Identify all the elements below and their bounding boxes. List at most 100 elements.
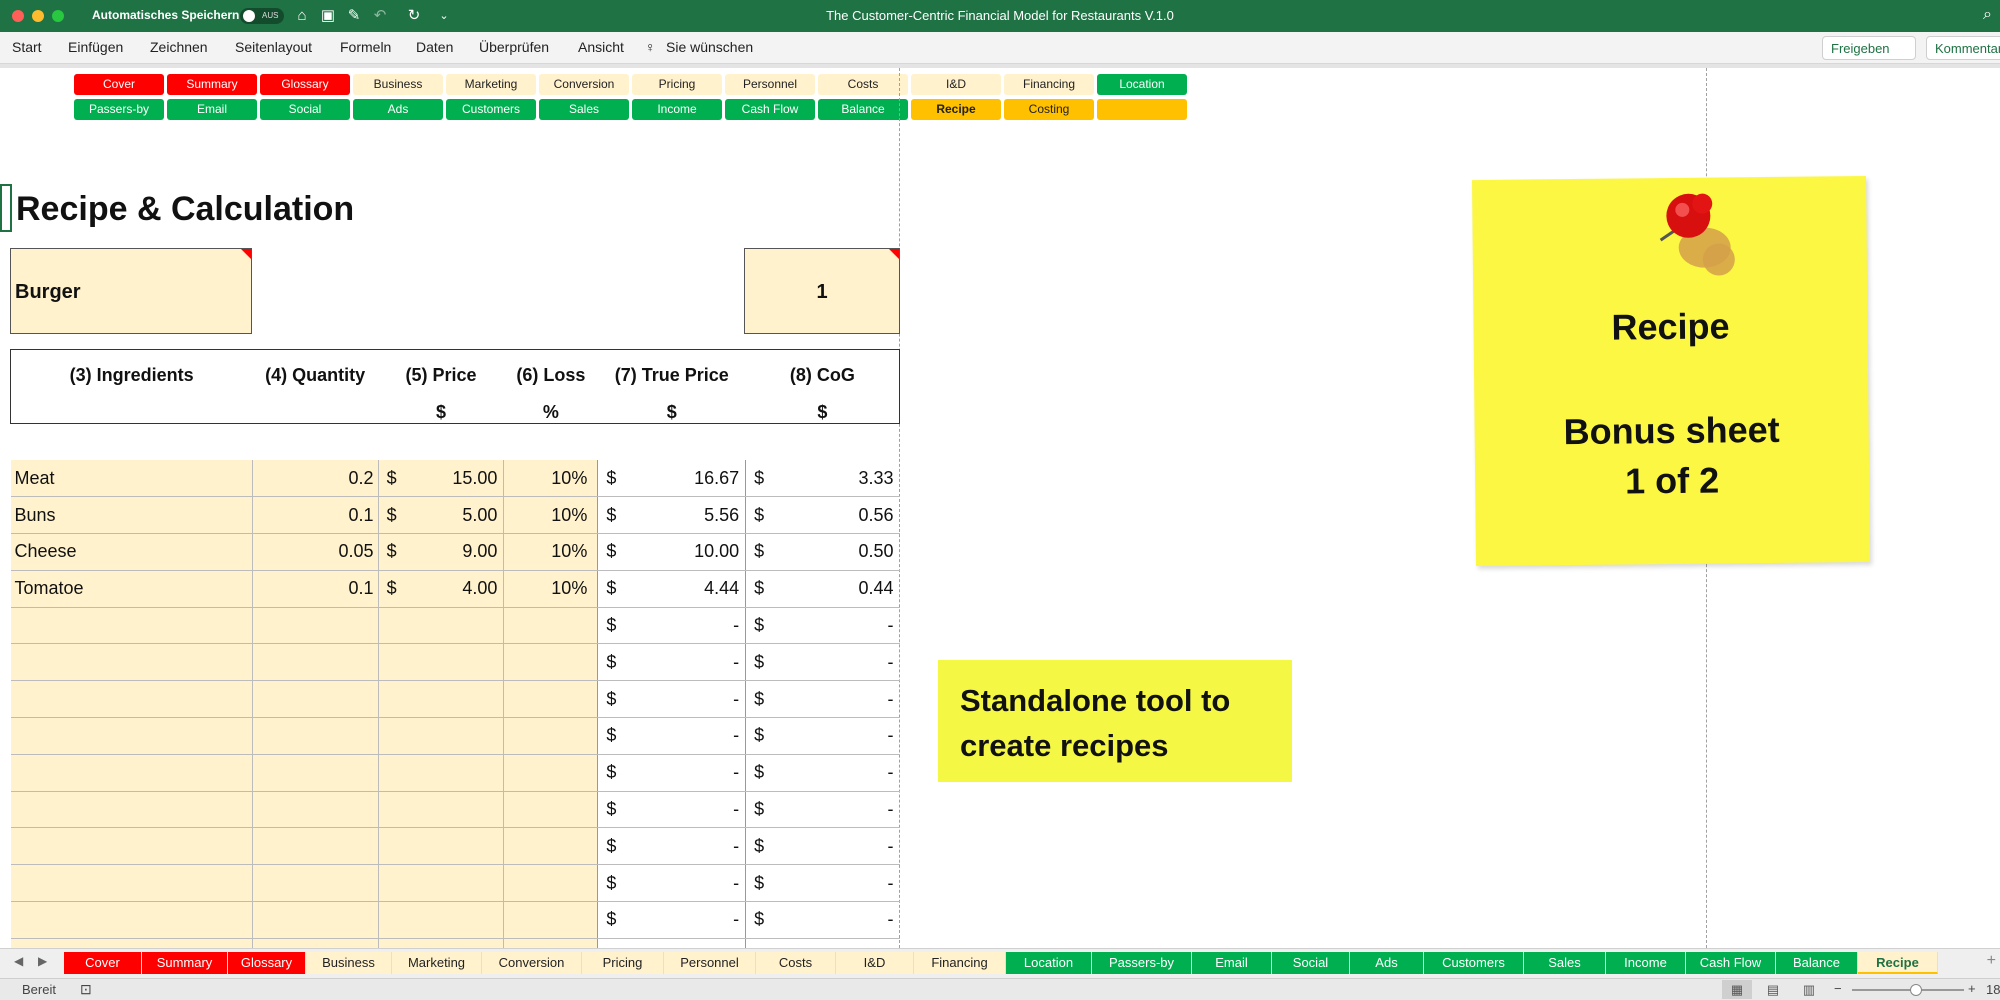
price-cell[interactable]: $15.00 xyxy=(378,459,505,498)
price-cell[interactable] xyxy=(378,827,505,866)
true-price-cell[interactable]: $- xyxy=(597,938,747,948)
ingredient-cell[interactable]: Meat xyxy=(10,459,253,498)
price-cell[interactable] xyxy=(378,938,505,948)
cog-cell[interactable]: $- xyxy=(745,864,900,902)
quantity-cell[interactable]: 0.1 xyxy=(252,496,379,534)
quantity-cell[interactable] xyxy=(252,643,379,682)
quantity-cell[interactable] xyxy=(252,827,379,866)
loss-cell[interactable]: 10% xyxy=(503,533,599,571)
ingredient-cell[interactable]: Cheese xyxy=(10,533,253,571)
nav-button-location[interactable]: Location xyxy=(1097,74,1187,95)
price-cell[interactable] xyxy=(378,717,505,755)
loss-cell[interactable] xyxy=(503,827,599,866)
ingredient-cell[interactable] xyxy=(10,607,253,645)
ingredient-cell[interactable]: Buns xyxy=(10,496,253,534)
cog-cell[interactable]: $- xyxy=(745,643,900,682)
quantity-cell[interactable] xyxy=(252,791,379,829)
loss-cell[interactable] xyxy=(503,680,599,718)
menu-start[interactable]: Start xyxy=(12,39,42,55)
quantity-cell[interactable]: 0.2 xyxy=(252,459,379,498)
worksheet-grid[interactable]: Cover Summary Glossary Business Marketing Con… xyxy=(0,68,2000,948)
nav-button-blank[interactable] xyxy=(1097,99,1187,120)
menu-daten[interactable]: Daten xyxy=(416,39,453,55)
cog-cell[interactable]: $- xyxy=(745,791,900,829)
price-cell[interactable]: $5.00 xyxy=(378,496,505,534)
zoom-slider-handle[interactable] xyxy=(1910,984,1922,996)
sheet-tab-cash-flow[interactable]: Cash Flow xyxy=(1686,952,1776,974)
true-price-cell[interactable]: $10.00 xyxy=(597,533,747,571)
price-cell[interactable] xyxy=(378,607,505,645)
sheet-tab-balance[interactable]: Balance xyxy=(1776,952,1858,974)
zoom-out-button[interactable]: − xyxy=(1834,981,1842,996)
sheet-tab-pricing[interactable]: Pricing xyxy=(582,952,664,974)
cog-cell[interactable]: $- xyxy=(745,680,900,718)
search-icon[interactable]: ⌕ xyxy=(1983,6,1992,24)
price-cell[interactable] xyxy=(378,791,505,829)
page-break-view-button[interactable]: ▥ xyxy=(1794,980,1824,999)
menu-zeichnen[interactable]: Zeichnen xyxy=(150,39,208,55)
nav-button-glossary[interactable]: Glossary xyxy=(260,74,350,95)
cog-cell[interactable]: $- xyxy=(745,827,900,866)
nav-button-cover[interactable]: Cover xyxy=(74,74,164,95)
true-price-cell[interactable]: $- xyxy=(597,643,747,682)
cog-cell[interactable]: $- xyxy=(745,938,900,948)
share-button[interactable]: Freigeben xyxy=(1822,36,1916,60)
cog-cell[interactable]: $- xyxy=(745,607,900,645)
loss-cell[interactable]: 10% xyxy=(503,496,599,534)
nav-button-personnel[interactable]: Personnel xyxy=(725,74,815,95)
loss-cell[interactable] xyxy=(503,864,599,902)
price-cell[interactable]: $9.00 xyxy=(378,533,505,571)
ingredient-cell[interactable] xyxy=(10,864,253,902)
price-cell[interactable] xyxy=(378,901,505,939)
sheet-tab-sales[interactable]: Sales xyxy=(1524,952,1606,974)
nav-button-costing[interactable]: Costing xyxy=(1004,99,1094,120)
loss-cell[interactable] xyxy=(503,754,599,792)
cog-cell[interactable]: $0.44 xyxy=(745,570,900,608)
zoom-slider[interactable] xyxy=(1852,989,1964,991)
nav-button-business[interactable]: Business xyxy=(353,74,443,95)
menu-ansicht[interactable]: Ansicht xyxy=(578,39,624,55)
sheet-tab-conversion[interactable]: Conversion xyxy=(482,952,582,974)
ingredient-cell[interactable] xyxy=(10,680,253,718)
ingredient-cell[interactable] xyxy=(10,754,253,792)
sheet-tab-cover[interactable]: Cover xyxy=(64,952,142,974)
cog-cell[interactable]: $3.33 xyxy=(745,459,900,498)
quantity-cell[interactable] xyxy=(252,864,379,902)
nav-button-email[interactable]: Email xyxy=(167,99,257,120)
sheet-tab-i-d[interactable]: I&D xyxy=(836,952,914,974)
sheet-tab-social[interactable]: Social xyxy=(1272,952,1350,974)
accessibility-icon[interactable]: ⊡ xyxy=(80,981,92,998)
nav-button-financing[interactable]: Financing xyxy=(1004,74,1094,95)
quantity-cell[interactable]: 0.1 xyxy=(252,570,379,608)
true-price-cell[interactable]: $- xyxy=(597,717,747,755)
true-price-cell[interactable]: $5.56 xyxy=(597,496,747,534)
sheet-tab-business[interactable]: Business xyxy=(306,952,392,974)
sheet-tab-financing[interactable]: Financing xyxy=(914,952,1006,974)
quantity-cell[interactable] xyxy=(252,901,379,939)
nav-button-costs[interactable]: Costs xyxy=(818,74,908,95)
true-price-cell[interactable]: $- xyxy=(597,791,747,829)
loss-cell[interactable]: 10% xyxy=(503,459,599,498)
true-price-cell[interactable]: $- xyxy=(597,680,747,718)
quantity-cell[interactable] xyxy=(252,607,379,645)
ingredient-cell[interactable] xyxy=(10,643,253,682)
nav-button-income[interactable]: Income xyxy=(632,99,722,120)
loss-cell[interactable] xyxy=(503,791,599,829)
tell-me-search[interactable]: Sie wünschen xyxy=(666,39,753,55)
ingredient-cell[interactable] xyxy=(10,938,253,948)
nav-button-customers[interactable]: Customers xyxy=(446,99,536,120)
nav-button-social[interactable]: Social xyxy=(260,99,350,120)
sheet-tab-summary[interactable]: Summary xyxy=(142,952,228,974)
loss-cell[interactable]: 10% xyxy=(503,570,599,608)
true-price-cell[interactable]: $- xyxy=(597,864,747,902)
sheet-tab-location[interactable]: Location xyxy=(1006,952,1092,974)
ingredient-cell[interactable] xyxy=(10,827,253,866)
nav-button-ads[interactable]: Ads xyxy=(353,99,443,120)
price-cell[interactable] xyxy=(378,754,505,792)
sheet-tab-email[interactable]: Email xyxy=(1192,952,1272,974)
normal-view-button[interactable]: ▦ xyxy=(1722,980,1752,999)
nav-button-balance[interactable]: Balance xyxy=(818,99,908,120)
nav-button-pricing[interactable]: Pricing xyxy=(632,74,722,95)
loss-cell[interactable] xyxy=(503,717,599,755)
sheet-tab-passers-by[interactable]: Passers-by xyxy=(1092,952,1192,974)
